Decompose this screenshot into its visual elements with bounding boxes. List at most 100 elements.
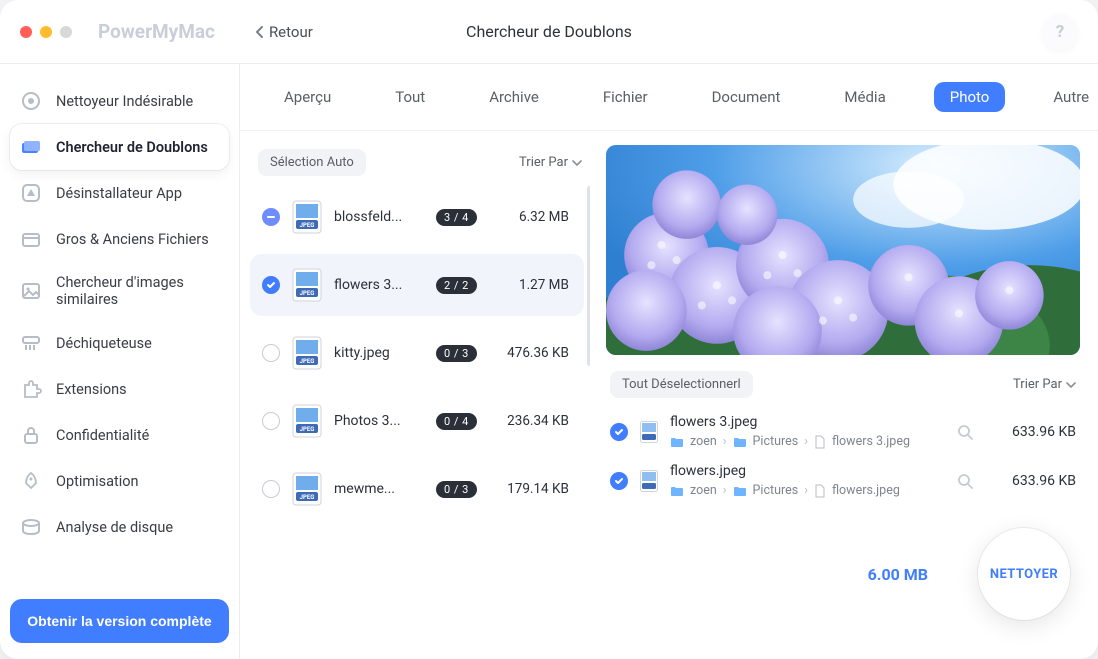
- file-jpeg-icon: JPEG: [292, 336, 322, 370]
- sidebar-item-label: Déchiqueteuse: [56, 335, 152, 352]
- folder-icon: [670, 436, 684, 448]
- checkbox[interactable]: [262, 208, 280, 226]
- sort-label: Trier Par: [519, 155, 568, 170]
- image-preview: [606, 145, 1080, 355]
- sidebar-item-privacy[interactable]: Confidentialité: [10, 412, 229, 458]
- sidebar-item-label: Chercheur de Doublons: [56, 139, 208, 156]
- tab-photo[interactable]: Photo: [934, 82, 1006, 112]
- scrollbar[interactable]: [587, 186, 590, 366]
- check-icon: [614, 476, 624, 486]
- sidebar-item-similar-images[interactable]: Chercheur d'images similaires: [10, 262, 229, 320]
- file-jpeg-icon: JPEG: [292, 268, 322, 302]
- duplicate-group-list: JPEG blossfeld... 3 / 4 6.32 MB JPEG flo…: [250, 186, 590, 641]
- minimize-icon[interactable]: [40, 26, 52, 38]
- sidebar-item-label: Analyse de disque: [56, 519, 173, 536]
- tab-all[interactable]: Tout: [379, 82, 441, 112]
- sort-label: Trier Par: [1013, 377, 1062, 392]
- tab-other[interactable]: Autre: [1037, 82, 1098, 112]
- crumb: flowers.jpeg: [832, 483, 900, 498]
- tab-overview[interactable]: Aperçu: [268, 82, 347, 112]
- group-name: flowers 3...: [334, 277, 424, 293]
- group-row[interactable]: JPEG flowers 3... 2 / 2 1.27 MB: [250, 254, 584, 316]
- category-tabs: Aperçu Tout Archive Fichier Document Méd…: [240, 64, 1098, 131]
- tab-file[interactable]: Fichier: [587, 82, 664, 112]
- sidebar-item-label: Confidentialité: [56, 427, 149, 444]
- group-row[interactable]: JPEG blossfeld... 3 / 4 6.32 MB: [250, 186, 584, 248]
- check-icon: [266, 280, 276, 290]
- group-name: blossfeld...: [334, 209, 424, 225]
- upgrade-button[interactable]: Obtenir la version complète: [10, 599, 229, 643]
- puzzle-icon: [20, 378, 42, 400]
- magnify-icon[interactable]: [956, 423, 974, 441]
- deselect-all-button[interactable]: Tout Déselectionnerl: [610, 371, 753, 398]
- tab-document[interactable]: Document: [696, 82, 797, 112]
- file-name: flowers.jpeg: [670, 463, 944, 479]
- minus-icon: [266, 212, 276, 222]
- magnify-icon[interactable]: [956, 472, 974, 490]
- file-size: 633.96 KB: [986, 473, 1076, 489]
- help-button[interactable]: ?: [1042, 14, 1078, 50]
- sort-groups-button[interactable]: Trier Par: [519, 155, 582, 170]
- file-size: 633.96 KB: [986, 424, 1076, 440]
- chevron-down-icon: [1066, 381, 1076, 389]
- sidebar-item-junk-cleaner[interactable]: Nettoyeur Indésirable: [10, 78, 229, 124]
- back-button[interactable]: Retour: [255, 23, 313, 41]
- file-icon: [814, 484, 826, 498]
- svg-text:JPEG: JPEG: [300, 358, 315, 365]
- folder-stack-icon: [20, 136, 42, 158]
- sort-files-button[interactable]: Trier Par: [1013, 377, 1076, 392]
- group-name: mewme...: [334, 481, 424, 497]
- checkbox[interactable]: [610, 472, 628, 490]
- box-icon: [20, 228, 42, 250]
- breadcrumb: zoen› Pictures› flowers 3.jpeg: [670, 434, 944, 449]
- sidebar-item-extensions[interactable]: Extensions: [10, 366, 229, 412]
- file-jpeg-icon: JPEG: [292, 404, 322, 438]
- sidebar-item-label: Désinstallateur App: [56, 185, 182, 202]
- file-name: flowers 3.jpeg: [670, 414, 944, 430]
- file-icon: [814, 435, 826, 449]
- sidebar-item-app-uninstaller[interactable]: Désinstallateur App: [10, 170, 229, 216]
- group-name: kitty.jpeg: [334, 345, 424, 361]
- checkbox[interactable]: [262, 412, 280, 430]
- sidebar: Nettoyeur Indésirable Chercheur de Doubl…: [0, 64, 240, 659]
- crumb: Pictures: [753, 434, 799, 449]
- crumb: Pictures: [753, 483, 799, 498]
- sidebar-item-duplicate-finder[interactable]: Chercheur de Doublons: [10, 124, 229, 170]
- group-row[interactable]: JPEG Photos 3... 0 / 4 236.34 KB: [250, 390, 584, 452]
- count-badge: 0 / 3: [436, 345, 477, 362]
- sidebar-item-label: Nettoyeur Indésirable: [56, 93, 193, 110]
- checkbox[interactable]: [262, 344, 280, 362]
- sidebar-item-disk-analysis[interactable]: Analyse de disque: [10, 504, 229, 550]
- file-row[interactable]: flowers.jpeg zoen› Pictures› flowers.jpe…: [606, 457, 1080, 504]
- group-row[interactable]: JPEG mewme... 0 / 3 179.14 KB: [250, 458, 584, 520]
- total-size: 6.00 MB: [868, 565, 952, 584]
- checkbox[interactable]: [262, 276, 280, 294]
- sidebar-item-shredder[interactable]: Déchiqueteuse: [10, 320, 229, 366]
- check-icon: [614, 427, 624, 437]
- count-badge: 3 / 4: [436, 209, 477, 226]
- sidebar-item-label: Extensions: [56, 381, 127, 398]
- tab-media[interactable]: Média: [828, 82, 901, 112]
- checkbox[interactable]: [262, 480, 280, 498]
- tab-archive[interactable]: Archive: [473, 82, 555, 112]
- crumb: zoen: [690, 483, 717, 498]
- sidebar-item-label: Chercheur d'images similaires: [56, 274, 219, 308]
- file-row[interactable]: flowers 3.jpeg zoen› Pictures› flowers 3…: [606, 408, 1080, 455]
- window-controls[interactable]: [20, 26, 72, 38]
- close-icon[interactable]: [20, 26, 32, 38]
- checkbox[interactable]: [610, 423, 628, 441]
- group-row[interactable]: JPEG kitty.jpeg 0 / 3 476.36 KB: [250, 322, 584, 384]
- duplicate-file-list: flowers 3.jpeg zoen› Pictures› flowers 3…: [606, 408, 1080, 504]
- sidebar-item-large-old-files[interactable]: Gros & Anciens Fichiers: [10, 216, 229, 262]
- file-jpeg-icon: JPEG: [292, 472, 322, 506]
- zoom-icon[interactable]: [60, 26, 72, 38]
- group-name: Photos 3...: [334, 413, 424, 429]
- sidebar-item-optimization[interactable]: Optimisation: [10, 458, 229, 504]
- sidebar-item-label: Gros & Anciens Fichiers: [56, 231, 209, 248]
- clean-button[interactable]: NETTOYER: [978, 528, 1070, 620]
- auto-select-button[interactable]: Sélection Auto: [258, 149, 366, 176]
- breadcrumb: zoen› Pictures› flowers.jpeg: [670, 483, 944, 498]
- svg-text:JPEG: JPEG: [300, 426, 315, 433]
- lock-icon: [20, 424, 42, 446]
- svg-text:JPEG: JPEG: [300, 290, 315, 297]
